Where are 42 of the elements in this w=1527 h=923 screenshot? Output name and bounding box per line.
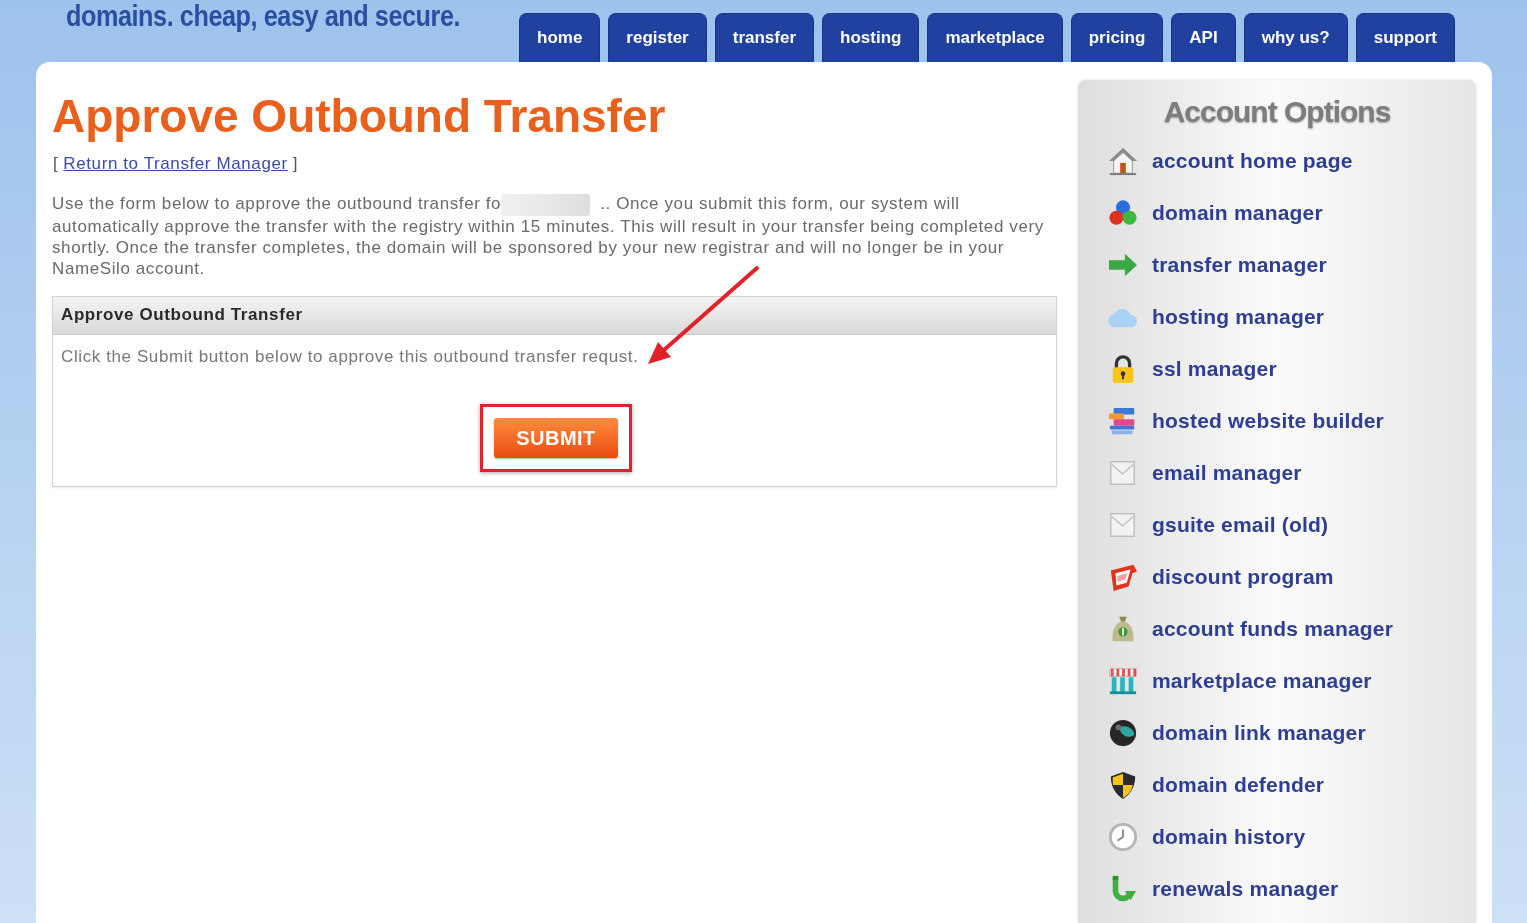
sidebar-link[interactable]: hosted website builder — [1108, 395, 1384, 447]
nav-tab[interactable]: API — [1171, 13, 1236, 62]
bracket-text: [ — [53, 153, 59, 174]
bracket-text: ] — [292, 153, 299, 174]
sidebar-link[interactable]: gsuite email (old) — [1108, 499, 1329, 551]
sidebar-link[interactable]: discount program — [1108, 551, 1334, 603]
panel-message: Click the Submit button below to approve this outbound transfer requst. — [61, 345, 640, 367]
nav-tab[interactable]: hosting — [822, 13, 920, 62]
site-tagline: domains. cheap, easy and secure. — [66, 0, 461, 32]
nav-tab[interactable]: marketplace — [927, 13, 1063, 62]
sidebar-link[interactable]: transfer manager — [1108, 239, 1327, 291]
nav-tab[interactable]: transfer — [714, 13, 815, 62]
nav-tab[interactable]: why us? — [1243, 13, 1348, 62]
clock-icon — [1108, 822, 1138, 852]
sidebar-link[interactable]: domain defender — [1108, 759, 1325, 811]
sidebar-link[interactable]: domain manager — [1108, 187, 1323, 239]
house-icon — [1108, 146, 1138, 176]
sidebar-link[interactable]: ssl manager — [1108, 343, 1277, 395]
sidebar-link[interactable]: domain history — [1108, 811, 1306, 863]
panel-header: Approve Outbound Transfer — [53, 296, 1056, 335]
sidebar-link[interactable]: account funds manager — [1108, 603, 1394, 655]
colored-circles-icon — [1108, 198, 1138, 228]
sidebar-link[interactable]: hosting manager — [1108, 291, 1325, 343]
envelope-icon — [1108, 510, 1138, 540]
sidebar-link[interactable]: email manager — [1108, 447, 1302, 499]
sidebar-title: Account Options — [1163, 94, 1391, 130]
nav-tab[interactable]: support — [1355, 13, 1455, 62]
envelope-icon — [1108, 458, 1138, 488]
nav-tab[interactable]: home — [519, 13, 601, 62]
storefront-icon — [1108, 666, 1138, 696]
intro-paragraph: Use the form below to approve the outbound transfer fo .. Once you submit this form, our system will automatically approve the transfer with the registry within 15 minutes. This will result in your transfer being completed very shortly. Once the transfer completes, the domain will be sponsored by your new registrar and will no longer be in your NameSilo account. — [52, 193, 1045, 279]
sidebar-link[interactable]: account home page — [1108, 135, 1353, 187]
nav-tab[interactable]: register — [608, 13, 707, 62]
return-link[interactable]: Return to Transfer Manager — [63, 153, 288, 174]
sidebar-link[interactable]: renewals manager — [1108, 863, 1339, 915]
page-title: Approve Outbound Transfer — [52, 90, 667, 142]
nav-tab[interactable]: pricing — [1070, 13, 1164, 62]
shield-icon — [1108, 770, 1138, 800]
sidebar-link[interactable]: domain link manager — [1108, 707, 1366, 759]
ticket-icon — [1108, 562, 1138, 592]
dark-globe-icon — [1108, 718, 1138, 748]
sidebar-link[interactable]: marketplace manager — [1108, 655, 1372, 707]
